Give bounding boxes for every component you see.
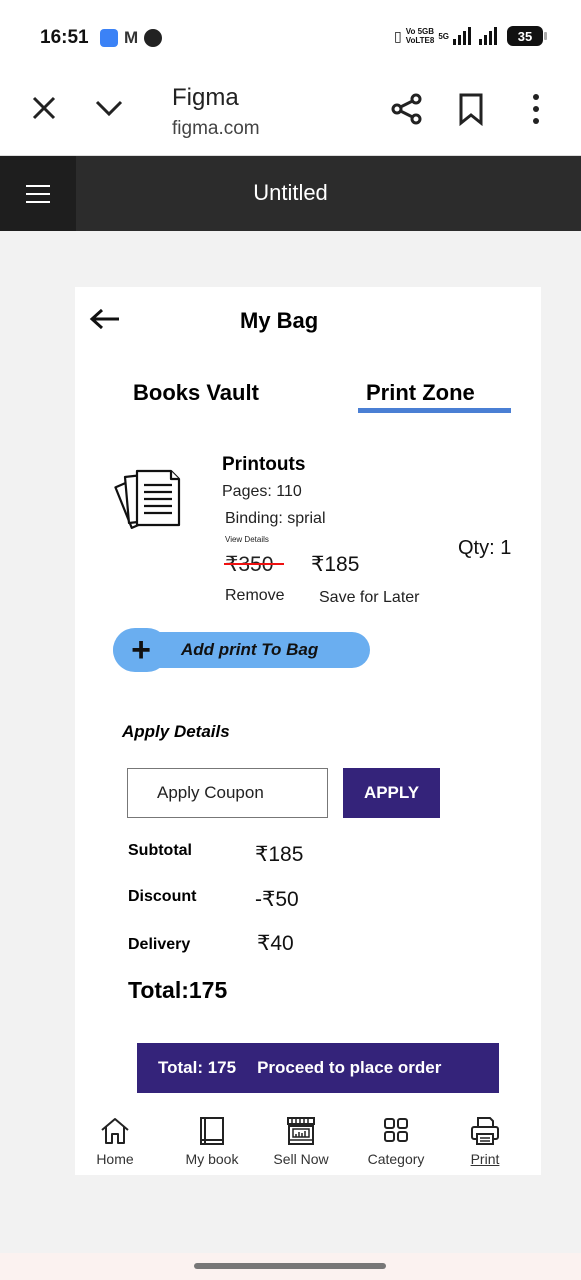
browser-page-title: Figma xyxy=(172,84,239,111)
proceed-total: Total: 175 xyxy=(158,1058,237,1077)
weather-app-icon xyxy=(100,29,118,47)
store-icon xyxy=(287,1117,315,1145)
nav-label-category: Category xyxy=(367,1151,425,1167)
add-print-label[interactable]: Add print To Bag xyxy=(181,640,318,660)
network-label-1: Vo 5GB xyxy=(405,27,435,36)
proceed-to-order-button[interactable]: Total: 175 Proceed to place order xyxy=(137,1043,499,1093)
share-icon[interactable] xyxy=(390,92,424,126)
price-strikethrough xyxy=(224,563,284,565)
nav-item-print[interactable]: Print xyxy=(445,1115,525,1167)
subtotal-value: ₹185 xyxy=(255,843,304,866)
more-vertical-icon[interactable] xyxy=(524,92,548,126)
nav-item-sell-now[interactable]: Sell Now xyxy=(261,1115,341,1167)
discount-label: Discount xyxy=(128,888,197,905)
tab-books-vault[interactable]: Books Vault xyxy=(133,380,259,406)
gmail-icon: M xyxy=(124,28,139,47)
nav-item-home[interactable]: Home xyxy=(75,1115,155,1167)
system-status: ▯ Vo 5GB VoLTE8 5G 35 xyxy=(394,26,547,46)
item-price: ₹185 xyxy=(311,553,360,576)
nav-label-home: Home xyxy=(96,1151,134,1167)
gesture-bar xyxy=(0,1253,581,1280)
home-icon xyxy=(101,1118,129,1144)
5g-label: 5G xyxy=(438,31,449,41)
book-icon xyxy=(200,1117,224,1145)
nav-label-my-book: My book xyxy=(185,1151,239,1167)
bottom-navigation: Home My book Sell Now Category Print xyxy=(75,1115,541,1175)
category-grid-icon xyxy=(384,1118,408,1142)
remove-button[interactable]: Remove xyxy=(225,587,285,605)
signal-icon-2 xyxy=(479,27,497,45)
chevron-down-icon[interactable] xyxy=(94,94,124,122)
delivery-label: Delivery xyxy=(128,936,191,953)
item-binding: Binding: sprial xyxy=(225,510,326,527)
my-bag-screen: My Bag Books Vault Print Zone Printouts … xyxy=(75,287,541,1175)
browser-url[interactable]: figma.com xyxy=(172,118,260,140)
view-details-link[interactable]: View Details xyxy=(225,535,269,544)
save-for-later-button[interactable]: Save for Later xyxy=(319,589,420,607)
signal-icon-1 xyxy=(453,27,471,45)
item-quantity[interactable]: Qty: 1 xyxy=(458,537,511,560)
document-title: Untitled xyxy=(253,180,328,205)
item-name: Printouts xyxy=(222,454,306,475)
vibrate-icon: ▯ xyxy=(394,27,402,44)
close-icon[interactable] xyxy=(30,94,58,122)
status-bar: 16:51 M ▯ Vo 5GB VoLTE8 5G 35 xyxy=(0,0,581,72)
whatsapp-icon xyxy=(144,29,163,47)
plus-icon[interactable]: + xyxy=(113,628,169,672)
printout-document-icon xyxy=(114,469,181,530)
coupon-input[interactable] xyxy=(127,768,328,818)
network-type-label: Vo 5GB VoLTE8 xyxy=(406,27,435,45)
apply-coupon-button[interactable]: APPLY xyxy=(343,768,440,818)
subtotal-label: Subtotal xyxy=(128,842,192,859)
order-total: Total:175 xyxy=(128,977,228,1003)
browser-toolbar: Figma figma.com xyxy=(0,72,581,156)
nav-label-print: Print xyxy=(470,1151,500,1167)
figma-header: Untitled xyxy=(0,156,581,231)
item-pages: Pages: 110 xyxy=(222,483,302,500)
printer-icon xyxy=(471,1117,499,1145)
network-label-2: VoLTE8 xyxy=(405,36,435,45)
battery-icon: 35 xyxy=(507,26,547,46)
back-arrow-icon[interactable] xyxy=(89,307,121,331)
page-title: My Bag xyxy=(240,308,319,333)
home-indicator-pill[interactable] xyxy=(194,1263,386,1269)
delivery-value: ₹40 xyxy=(257,932,294,955)
apply-details-heading: Apply Details xyxy=(122,722,230,741)
bookmark-icon[interactable] xyxy=(456,92,486,126)
proceed-label: Proceed to place order xyxy=(257,1058,442,1077)
nav-label-sell-now: Sell Now xyxy=(273,1151,329,1167)
status-time: 16:51 xyxy=(40,27,89,48)
active-tab-indicator xyxy=(358,408,511,413)
notification-icons: M xyxy=(100,28,163,47)
nav-item-category[interactable]: Category xyxy=(356,1115,436,1167)
tab-print-zone[interactable]: Print Zone xyxy=(366,380,475,406)
discount-value: -₹50 xyxy=(255,888,299,911)
nav-item-my-book[interactable]: My book xyxy=(172,1115,252,1167)
